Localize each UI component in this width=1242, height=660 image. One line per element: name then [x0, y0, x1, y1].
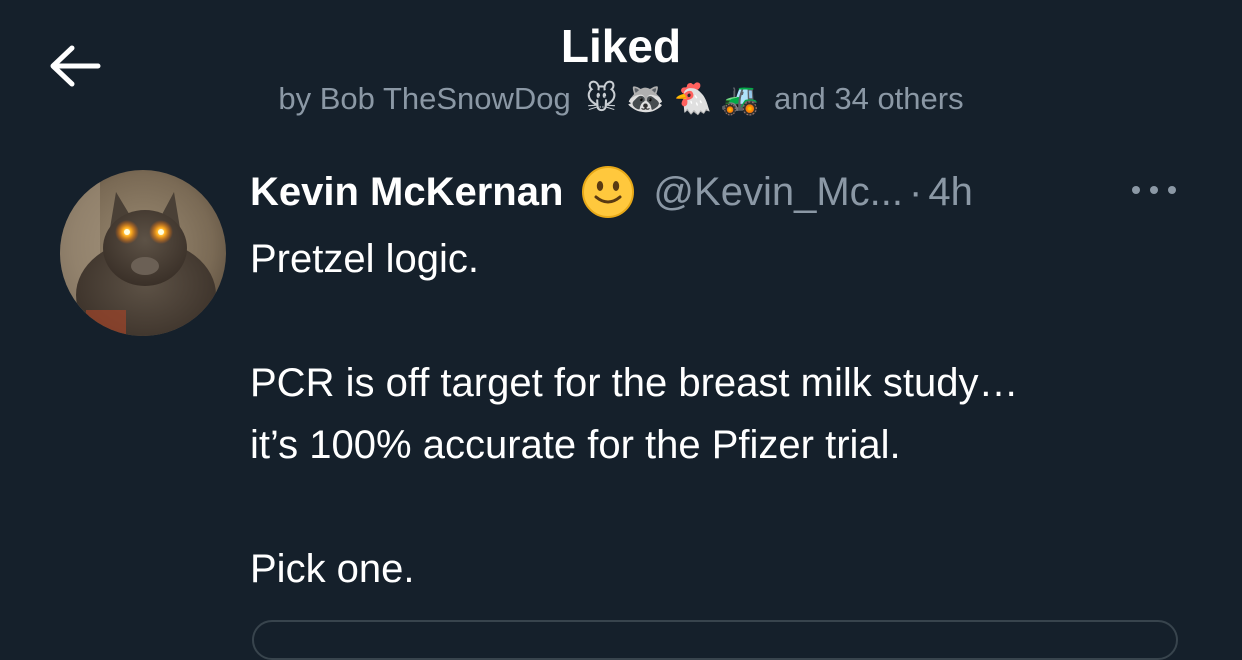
tweet-text: Pretzel logic. PCR is off target for the… — [250, 228, 1190, 600]
author-handle[interactable]: @Kevin_Mc... — [653, 170, 903, 215]
separator-dot: · — [909, 169, 923, 214]
tweet-text-blank — [250, 476, 1190, 538]
tweet-header: Kevin McKernan @Kevin_Mc... · 4h — [250, 162, 1190, 222]
liked-by-others-count: and 34 others — [774, 81, 964, 116]
liked-by-summary[interactable]: by Bob TheSnowDog 🐭 🦝 🐔 🚜 and 34 others — [0, 78, 1242, 120]
tweet-timestamp[interactable]: 4h — [928, 170, 973, 215]
slightly-smiling-face-icon — [582, 166, 635, 218]
more-horizontal-icon — [1132, 186, 1176, 194]
tweet-text-blank — [250, 290, 1190, 352]
cat-avatar-image — [60, 170, 226, 336]
quoted-tweet-card[interactable] — [252, 620, 1178, 660]
liked-by-emojis: 🐭 🦝 🐔 🚜 — [585, 81, 760, 116]
tweet-text-line: Pretzel logic. — [250, 237, 479, 281]
liked-by-names: by Bob TheSnowDog — [278, 81, 571, 116]
author-name[interactable]: Kevin McKernan — [250, 170, 563, 215]
tweet-text-line: Pick one. — [250, 547, 415, 591]
more-options-button[interactable] — [1128, 172, 1180, 208]
tweet[interactable]: Kevin McKernan @Kevin_Mc... · 4h Pretzel… — [250, 162, 1190, 600]
tweet-text-line: PCR is off target for the breast milk st… — [250, 361, 1019, 467]
page-title: Liked — [560, 20, 682, 72]
avatar[interactable] — [60, 170, 226, 336]
